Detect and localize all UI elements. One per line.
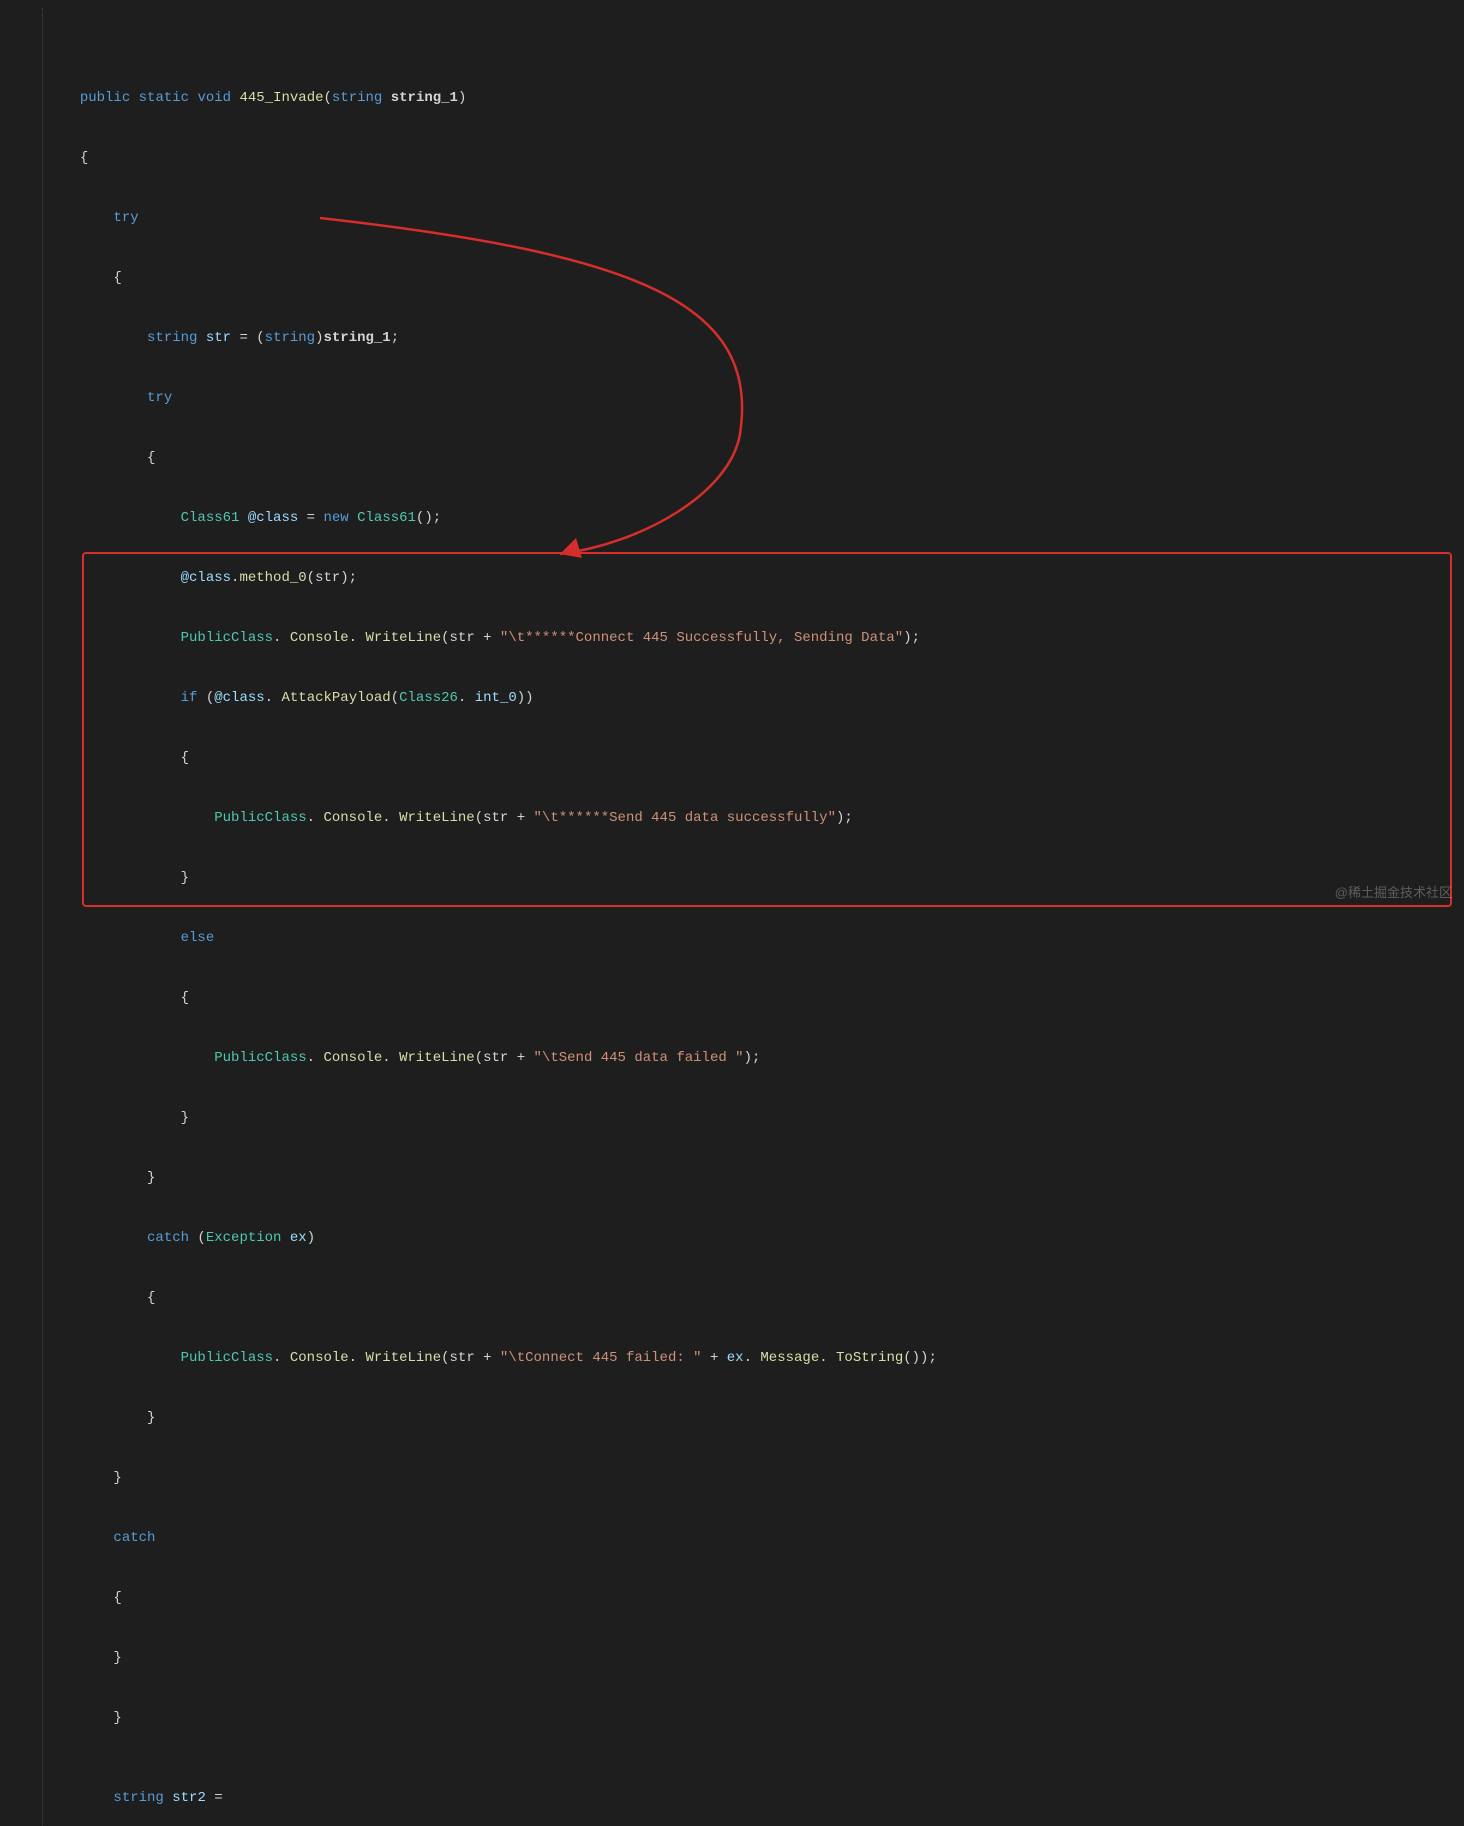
code-line: try <box>8 208 1464 228</box>
code-line: { <box>8 748 1464 768</box>
code-line: { <box>8 268 1464 288</box>
code-line: Class61 @class = new Class61(); <box>8 508 1464 528</box>
code-line: } <box>8 1408 1464 1428</box>
code-line: } <box>8 1168 1464 1188</box>
code-line: PublicClass. Console. WriteLine(str + "\… <box>8 1348 1464 1368</box>
code-line: try <box>8 388 1464 408</box>
code-line: PublicClass. Console. WriteLine(str + "\… <box>8 808 1464 828</box>
code-line: { <box>8 1288 1464 1308</box>
code-line: else <box>8 928 1464 948</box>
code-line: } <box>8 868 1464 888</box>
code-line: { <box>8 988 1464 1008</box>
code-line: string str2 = <box>8 1788 1464 1808</box>
code-line: { <box>8 1588 1464 1608</box>
code-line: public static void 445_Invade(string str… <box>8 88 1464 108</box>
code-line: { <box>8 148 1464 168</box>
code-line: catch <box>8 1528 1464 1548</box>
code-line: PublicClass. Console. WriteLine(str + "\… <box>8 1048 1464 1068</box>
code-line: } <box>8 1468 1464 1488</box>
code-line: string str = (string)string_1; <box>8 328 1464 348</box>
code-line: { <box>8 448 1464 468</box>
indent-guide <box>42 8 43 1826</box>
code-line: catch (Exception ex) <box>8 1228 1464 1248</box>
code-line: if (@class. AttackPayload(Class26. int_0… <box>8 688 1464 708</box>
code-editor[interactable]: public static void 445_Invade(string str… <box>0 0 1464 1826</box>
watermark-text: @稀土掘金技术社区 <box>1335 882 1452 901</box>
code-line: } <box>8 1108 1464 1128</box>
code-line: @class.method_0(str); <box>8 568 1464 588</box>
code-line: } <box>8 1708 1464 1728</box>
code-line: } <box>8 1648 1464 1668</box>
code-line: PublicClass. Console. WriteLine(str + "\… <box>8 628 1464 648</box>
